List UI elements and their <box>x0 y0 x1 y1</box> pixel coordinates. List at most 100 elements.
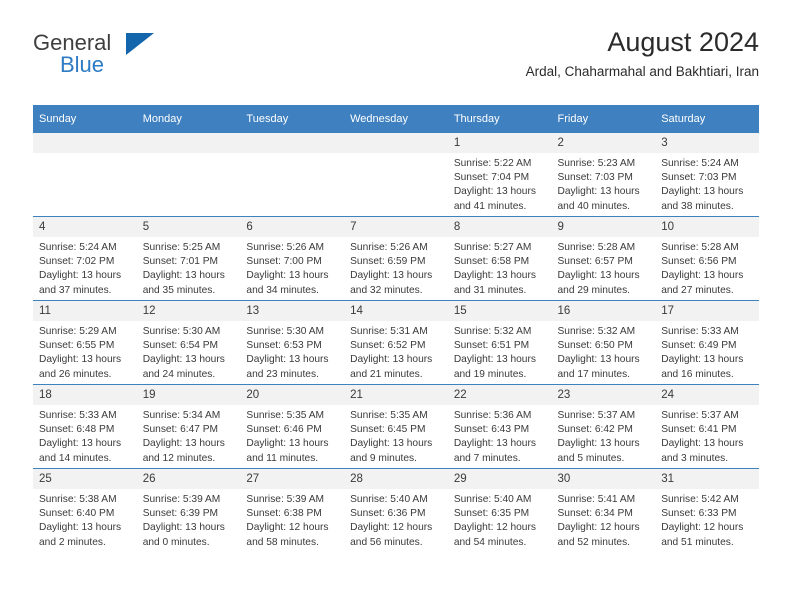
daylight-text-line1: Daylight: 13 hours <box>39 522 122 534</box>
weekday-header-sunday: Sunday <box>33 105 137 133</box>
daylight-text-line1: Daylight: 12 hours <box>453 522 536 534</box>
calendar-day-cell[interactable]: 22 Sunrise: 5:36 AM Sunset: 6:43 PM Dayligh… <box>447 384 552 469</box>
day-details: Sunrise: 5:35 AM Sunset: 6:46 PM Daylight:… <box>240 405 344 466</box>
sunset-text: Sunset: 6:58 PM <box>453 256 530 268</box>
sunset-text: Sunset: 6:52 PM <box>350 340 426 352</box>
calendar-day-cell[interactable]: 8 Sunrise: 5:27 AM Sunset: 6:58 PM Daylight… <box>447 216 552 301</box>
sunset-text: Sunset: 7:02 PM <box>39 256 115 268</box>
day-details: Sunrise: 5:40 AM Sunset: 6:36 PM Daylight:… <box>344 489 448 550</box>
daylight-text-line1: Daylight: 13 hours <box>661 186 744 198</box>
daylight-text-line2: and 27 minutes. <box>661 284 734 296</box>
sunrise-text: Sunrise: 5:33 AM <box>39 410 117 421</box>
day-number: 12 <box>136 301 241 321</box>
daylight-text-line2: and 29 minutes. <box>557 284 631 296</box>
calendar-day-cell[interactable]: 26 Sunrise: 5:39 AM Sunset: 6:39 PM Dayligh… <box>136 468 241 552</box>
day-details: Sunrise: 5:32 AM Sunset: 6:51 PM Daylight:… <box>448 321 552 382</box>
calendar-day-cell[interactable]: 24 Sunrise: 5:37 AM Sunset: 6:41 PM Dayligh… <box>655 384 759 469</box>
sunset-text: Sunset: 6:36 PM <box>350 508 426 520</box>
daylight-text-line1: Daylight: 13 hours <box>142 354 225 366</box>
calendar-day-cell[interactable]: 28 Sunrise: 5:40 AM Sunset: 6:36 PM Dayligh… <box>344 468 448 552</box>
calendar-day-cell[interactable]: 11 Sunrise: 5:29 AM Sunset: 6:55 PM Dayligh… <box>33 300 137 385</box>
calendar-day-cell[interactable]: 10 Sunrise: 5:28 AM Sunset: 6:56 PM Dayligh… <box>655 216 759 301</box>
day-number <box>344 133 448 153</box>
calendar-day-cell[interactable]: 20 Sunrise: 5:35 AM Sunset: 6:46 PM Dayligh… <box>240 384 345 469</box>
day-number <box>240 133 345 153</box>
sunrise-text: Sunrise: 5:37 AM <box>661 410 739 421</box>
sunrise-text: Sunrise: 5:39 AM <box>246 494 324 505</box>
calendar-day-cell[interactable]: 30 Sunrise: 5:41 AM Sunset: 6:34 PM Dayligh… <box>551 468 656 552</box>
day-number: 21 <box>344 385 448 405</box>
sunrise-text: Sunrise: 5:27 AM <box>453 242 532 253</box>
sunset-text: Sunset: 6:39 PM <box>142 508 219 520</box>
day-details: Sunrise: 5:34 AM Sunset: 6:47 PM Daylight:… <box>137 405 241 466</box>
calendar-week-row: 18 Sunrise: 5:33 AM Sunset: 6:48 PM Dayligh… <box>33 384 759 469</box>
calendar-day-cell[interactable]: 1 Sunrise: 5:22 AM Sunset: 7:04 PM Daylight… <box>447 133 552 217</box>
calendar-day-cell[interactable]: 13 Sunrise: 5:30 AM Sunset: 6:53 PM Dayligh… <box>240 300 345 385</box>
daylight-text-line1: Daylight: 13 hours <box>350 354 433 366</box>
calendar-day-cell[interactable]: 15 Sunrise: 5:32 AM Sunset: 6:51 PM Dayligh… <box>447 300 552 385</box>
daylight-text-line1: Daylight: 13 hours <box>661 270 744 282</box>
calendar-day-cell[interactable]: 2 Sunrise: 5:23 AM Sunset: 7:03 PM Daylight… <box>551 133 656 217</box>
daylight-text-line2: and 3 minutes. <box>661 452 729 464</box>
calendar-day-cell[interactable]: 16 Sunrise: 5:32 AM Sunset: 6:50 PM Dayligh… <box>551 300 656 385</box>
daylight-text-line1: Daylight: 13 hours <box>557 438 640 450</box>
day-details: Sunrise: 5:32 AM Sunset: 6:50 PM Daylight:… <box>552 321 656 382</box>
sunrise-text: Sunrise: 5:40 AM <box>453 494 532 505</box>
daylight-text-line2: and 38 minutes. <box>661 200 734 212</box>
calendar-day-cell[interactable]: 29 Sunrise: 5:40 AM Sunset: 6:35 PM Dayligh… <box>447 468 552 552</box>
sunrise-text: Sunrise: 5:42 AM <box>661 494 739 505</box>
day-number: 24 <box>655 385 759 405</box>
calendar-day-cell[interactable]: 25 Sunrise: 5:38 AM Sunset: 6:40 PM Dayligh… <box>33 468 137 552</box>
calendar-table: Sunday Monday Tuesday Wednesday Thursday… <box>33 105 759 552</box>
daylight-text-line1: Daylight: 13 hours <box>142 270 225 282</box>
day-number <box>33 133 137 153</box>
calendar-day-cell[interactable]: 19 Sunrise: 5:34 AM Sunset: 6:47 PM Dayligh… <box>136 384 241 469</box>
calendar-day-cell[interactable]: 12 Sunrise: 5:30 AM Sunset: 6:54 PM Dayligh… <box>136 300 241 385</box>
sunset-text: Sunset: 6:46 PM <box>246 424 322 436</box>
page-header: General Blue August 2024 Ardal, Chaharma… <box>33 26 759 96</box>
calendar-day-cell[interactable]: 23 Sunrise: 5:37 AM Sunset: 6:42 PM Dayligh… <box>551 384 656 469</box>
calendar-day-cell[interactable]: 6 Sunrise: 5:26 AM Sunset: 7:00 PM Daylight… <box>240 216 345 301</box>
sunset-text: Sunset: 7:03 PM <box>661 172 737 184</box>
day-number: 19 <box>136 385 241 405</box>
calendar-day-cell[interactable]: 27 Sunrise: 5:39 AM Sunset: 6:38 PM Dayligh… <box>240 468 345 552</box>
calendar-day-cell[interactable]: 7 Sunrise: 5:26 AM Sunset: 6:59 PM Daylight… <box>344 216 448 301</box>
day-number: 8 <box>447 217 552 237</box>
day-number: 4 <box>33 217 137 237</box>
daylight-text-line1: Daylight: 13 hours <box>142 438 225 450</box>
weekday-header-saturday: Saturday <box>655 105 759 133</box>
day-number: 23 <box>551 385 656 405</box>
daylight-text-line1: Daylight: 13 hours <box>661 354 744 366</box>
daylight-text-line2: and 54 minutes. <box>453 536 527 548</box>
day-number: 15 <box>447 301 552 321</box>
day-details: Sunrise: 5:35 AM Sunset: 6:45 PM Daylight:… <box>344 405 448 466</box>
day-number: 7 <box>344 217 448 237</box>
daylight-text-line1: Daylight: 12 hours <box>661 522 744 534</box>
day-details: Sunrise: 5:26 AM Sunset: 7:00 PM Daylight:… <box>240 237 344 298</box>
sunrise-text: Sunrise: 5:36 AM <box>453 410 532 421</box>
weekday-header-wednesday: Wednesday <box>344 105 448 133</box>
calendar-day-cell[interactable]: 17 Sunrise: 5:33 AM Sunset: 6:49 PM Dayligh… <box>655 300 759 385</box>
daylight-text-line2: and 16 minutes. <box>661 368 734 380</box>
day-number: 22 <box>447 385 552 405</box>
sunset-text: Sunset: 6:38 PM <box>246 508 322 520</box>
daylight-text-line1: Daylight: 13 hours <box>453 270 536 282</box>
brand-logo[interactable]: General Blue <box>33 31 263 91</box>
daylight-text-line2: and 52 minutes. <box>557 536 631 548</box>
calendar-day-cell[interactable]: 14 Sunrise: 5:31 AM Sunset: 6:52 PM Dayligh… <box>344 300 448 385</box>
daylight-text-line1: Daylight: 13 hours <box>453 186 536 198</box>
calendar-day-cell[interactable]: 9 Sunrise: 5:28 AM Sunset: 6:57 PM Daylight… <box>551 216 656 301</box>
calendar-day-cell[interactable]: 5 Sunrise: 5:25 AM Sunset: 7:01 PM Daylight… <box>136 216 241 301</box>
day-number: 18 <box>33 385 137 405</box>
day-details: Sunrise: 5:25 AM Sunset: 7:01 PM Daylight:… <box>137 237 241 298</box>
calendar-day-cell[interactable]: 21 Sunrise: 5:35 AM Sunset: 6:45 PM Dayligh… <box>344 384 448 469</box>
calendar-day-cell[interactable]: 31 Sunrise: 5:42 AM Sunset: 6:33 PM Dayligh… <box>655 468 759 552</box>
daylight-text-line1: Daylight: 13 hours <box>246 438 329 450</box>
title-block: August 2024 Ardal, Chaharmahal and Bakht… <box>526 26 759 82</box>
calendar-day-cell[interactable]: 18 Sunrise: 5:33 AM Sunset: 6:48 PM Dayligh… <box>33 384 137 469</box>
daylight-text-line1: Daylight: 13 hours <box>453 438 536 450</box>
calendar-day-cell[interactable]: 3 Sunrise: 5:24 AM Sunset: 7:03 PM Daylight… <box>655 133 759 217</box>
calendar-day-cell[interactable]: 4 Sunrise: 5:24 AM Sunset: 7:02 PM Daylight… <box>33 216 137 301</box>
daylight-text-line2: and 32 minutes. <box>350 284 423 296</box>
day-details: Sunrise: 5:38 AM Sunset: 6:40 PM Daylight:… <box>33 489 137 550</box>
